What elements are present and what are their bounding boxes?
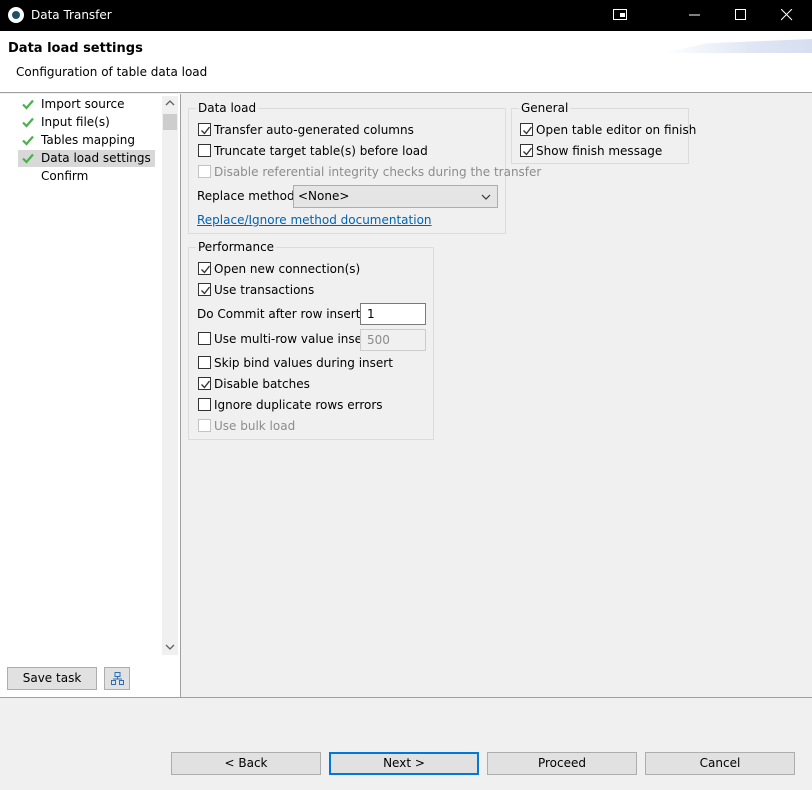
transfer-auto-generated-checkbox[interactable]: Transfer auto-generated columns [197, 122, 414, 138]
checkbox-label: Truncate target table(s) before load [214, 144, 428, 158]
wizard-header: Data load settings Configuration of tabl… [0, 31, 812, 93]
checkbox-label: Show finish message [536, 144, 663, 158]
multi-row-insert-checkbox[interactable]: Use multi-row value insert [197, 331, 372, 347]
checkbox-label: Use bulk load [214, 419, 296, 433]
checkmark-icon [201, 126, 211, 135]
maximize-button[interactable] [718, 0, 764, 31]
truncate-target-checkbox[interactable]: Truncate target table(s) before load [197, 143, 428, 159]
step-label: Data load settings [41, 151, 151, 165]
close-button[interactable] [764, 0, 810, 31]
app-logo-icon [8, 7, 24, 23]
checkbox-label: Open new connection(s) [214, 262, 361, 276]
window-title: Data Transfer [31, 8, 112, 22]
checkmark-icon [523, 147, 533, 156]
check-icon [22, 135, 34, 146]
title-bar: Data Transfer [0, 0, 812, 31]
scroll-thumb[interactable] [163, 114, 177, 130]
general-group: General Open table editor on finish Show… [511, 101, 696, 164]
nav-scrollbar[interactable] [162, 96, 178, 655]
disable-batches-checkbox[interactable]: Disable batches [197, 376, 310, 392]
check-icon [22, 153, 34, 164]
step-confirm[interactable]: Confirm [18, 168, 92, 185]
replace-method-select[interactable]: <None> [293, 185, 498, 208]
checkbox-label: Use transactions [214, 283, 315, 297]
open-table-editor-checkbox[interactable]: Open table editor on finish [519, 122, 696, 138]
step-tables-mapping[interactable]: Tables mapping [18, 132, 139, 149]
page-title: Data load settings [8, 41, 143, 56]
checkbox-label: Skip bind values during insert [214, 356, 393, 370]
use-bulk-load-checkbox: Use bulk load [197, 418, 295, 434]
step-label: Input file(s) [41, 115, 110, 129]
chevron-down-icon [481, 194, 491, 200]
back-button[interactable]: < Back [171, 752, 321, 775]
cancel-button[interactable]: Cancel [645, 752, 795, 775]
check-icon [22, 117, 34, 128]
check-icon [22, 99, 34, 110]
use-transactions-checkbox[interactable]: Use transactions [197, 282, 314, 298]
checkbox-label: Transfer auto-generated columns [214, 123, 414, 137]
performance-group: Performance Open new connection(s) Use t… [188, 240, 434, 440]
replace-method-doc-link[interactable]: Replace/Ignore method documentation [197, 213, 432, 227]
data-load-legend: Data load [196, 101, 259, 115]
open-new-connection-checkbox[interactable]: Open new connection(s) [197, 261, 360, 277]
step-import-source[interactable]: Import source [18, 96, 129, 113]
page-description: Configuration of table data load [16, 65, 208, 79]
scroll-down-icon [165, 644, 175, 650]
general-legend: General [519, 101, 571, 115]
commit-after-label: Do Commit after row insert: [197, 307, 365, 321]
step-data-load-settings[interactable]: Data load settings [18, 150, 155, 167]
header-decoration [662, 39, 812, 53]
replace-method-value: <None> [298, 189, 350, 203]
minimize-button[interactable] [672, 0, 718, 31]
step-label: Import source [41, 97, 125, 111]
minimize-icon [689, 14, 700, 16]
detach-button[interactable] [596, 0, 642, 31]
proceed-button[interactable]: Proceed [487, 752, 637, 775]
close-icon [781, 9, 793, 21]
performance-legend: Performance [196, 240, 277, 254]
checkbox-label: Ignore duplicate rows errors [214, 398, 383, 412]
checkmark-icon [201, 286, 211, 295]
checkmark-icon [201, 265, 211, 274]
checkmark-icon [201, 380, 211, 389]
multi-row-count-input: 500 [360, 329, 426, 351]
replace-method-label: Replace method: [197, 189, 299, 203]
step-label: Tables mapping [41, 133, 135, 147]
disable-ref-integrity-checkbox: Disable referential integrity checks dur… [197, 164, 541, 180]
next-button[interactable]: Next > [329, 752, 479, 775]
wizard-footer: < Back Next > Proceed Cancel [0, 697, 812, 790]
checkbox-label: Use multi-row value insert [214, 332, 372, 346]
checkbox-label: Disable referential integrity checks dur… [214, 165, 542, 179]
skip-bind-values-checkbox[interactable]: Skip bind values during insert [197, 355, 393, 371]
save-task-button[interactable]: Save task [7, 667, 97, 690]
checkbox-label: Open table editor on finish [536, 123, 697, 137]
step-label: Confirm [41, 169, 89, 183]
commit-after-input[interactable]: 1 [360, 303, 426, 325]
wizard-steps-panel: Import source Input file(s) Tables mappi… [0, 94, 181, 697]
settings-content: Data load Transfer auto-generated column… [182, 94, 812, 697]
task-config-icon [111, 672, 124, 685]
step-input-files[interactable]: Input file(s) [18, 114, 114, 131]
maximize-icon [735, 9, 746, 20]
scroll-up-icon [165, 100, 175, 106]
show-finish-message-checkbox[interactable]: Show finish message [519, 143, 662, 159]
detach-icon [613, 9, 627, 20]
ignore-duplicate-rows-checkbox[interactable]: Ignore duplicate rows errors [197, 397, 383, 413]
task-config-button[interactable] [104, 667, 130, 690]
data-load-group: Data load Transfer auto-generated column… [188, 101, 541, 234]
checkmark-icon [523, 126, 533, 135]
checkbox-label: Disable batches [214, 377, 310, 391]
